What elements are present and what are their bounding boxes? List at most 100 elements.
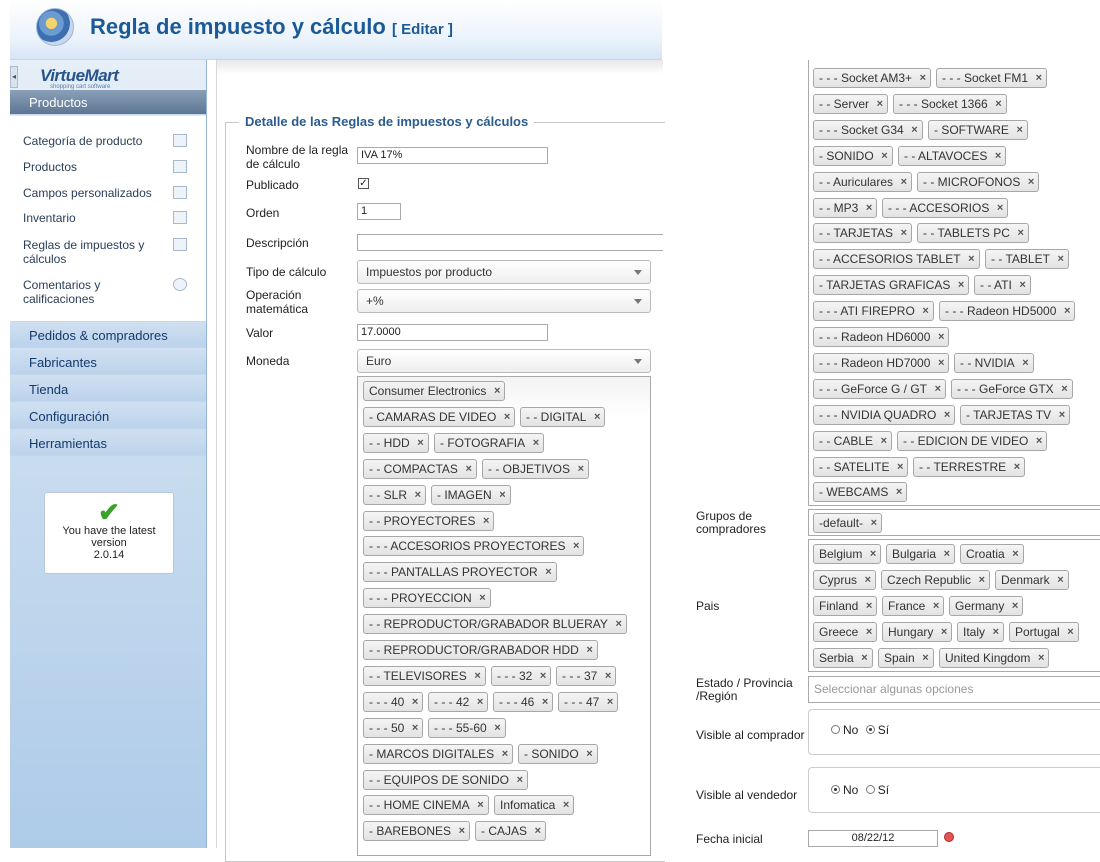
remove-tag-icon[interactable]: × [866,199,872,217]
remove-tag-icon[interactable]: × [897,458,903,476]
remove-tag-icon[interactable]: × [877,95,883,113]
menu-pedidos[interactable]: Pedidos & compradores [10,323,206,348]
remove-tag-icon[interactable]: × [995,95,1001,113]
remove-tag-icon[interactable]: × [607,693,613,711]
remove-tag-icon[interactable]: × [578,460,584,478]
math-op-select[interactable]: +% [357,289,651,313]
remove-tag-icon[interactable]: × [1012,597,1018,615]
remove-tag-icon[interactable]: × [944,406,950,424]
remove-tag-icon[interactable]: × [1022,354,1028,372]
order-input[interactable]: 1 [357,203,401,220]
name-input[interactable]: IVA 17% [357,147,548,164]
remove-tag-icon[interactable]: × [922,649,928,667]
remove-tag-icon[interactable]: × [1019,276,1025,294]
visible-shopper-no-radio[interactable] [831,725,840,735]
remove-tag-icon[interactable]: × [901,173,907,191]
remove-tag-icon[interactable]: × [901,224,907,242]
remove-tag-icon[interactable]: × [935,380,941,398]
remove-tag-icon[interactable]: × [1057,571,1063,589]
calc-type-select[interactable]: Impuestos por producto [357,260,651,284]
remove-tag-icon[interactable]: × [1036,432,1042,450]
remove-tag-icon[interactable]: × [871,514,877,532]
remove-tag-icon[interactable]: × [586,641,592,659]
remove-tag-icon[interactable]: × [417,434,423,452]
remove-tag-icon[interactable]: × [573,537,579,555]
remove-tag-icon[interactable]: × [866,623,872,641]
remove-tag-icon[interactable]: × [1014,458,1020,476]
remove-tag-icon[interactable]: × [563,796,569,814]
remove-tag-icon[interactable]: × [993,623,999,641]
remove-tag-icon[interactable]: × [1017,224,1023,242]
remove-tag-icon[interactable]: × [979,571,985,589]
remove-tag-icon[interactable]: × [938,328,944,346]
remove-tag-icon[interactable]: × [881,147,887,165]
remove-tag-icon[interactable]: × [896,483,902,501]
remove-tag-icon[interactable]: × [1016,121,1022,139]
sidebar-item-inventario[interactable]: Inventario [23,211,201,225]
sidebar-item-campos[interactable]: Campos personalizados [23,186,201,200]
remove-tag-icon[interactable]: × [1057,250,1063,268]
remove-tag-icon[interactable]: × [586,745,592,763]
remove-tag-icon[interactable]: × [477,796,483,814]
remove-tag-icon[interactable]: × [474,667,480,685]
remove-tag-icon[interactable]: × [615,615,621,633]
description-input[interactable] [357,234,663,251]
remove-tag-icon[interactable]: × [911,121,917,139]
start-date-input[interactable]: 08/22/12 [808,830,938,847]
remove-tag-icon[interactable]: × [870,545,876,563]
remove-tag-icon[interactable]: × [941,623,947,641]
remove-tag-icon[interactable]: × [1059,406,1065,424]
remove-tag-icon[interactable]: × [1064,302,1070,320]
remove-tag-icon[interactable]: × [415,486,421,504]
visible-vendor-yes-radio[interactable] [865,785,875,795]
visible-shopper-yes-radio[interactable] [865,725,875,735]
visible-vendor-no-radio[interactable] [831,785,840,795]
remove-tag-icon[interactable]: × [995,147,1001,165]
remove-tag-icon[interactable]: × [1038,649,1044,667]
remove-tag-icon[interactable]: × [944,545,950,563]
remove-tag-icon[interactable]: × [938,354,944,372]
remove-tag-icon[interactable]: × [1061,380,1067,398]
menu-productos[interactable]: Productos [10,90,206,115]
menu-configuracion[interactable]: Configuración [10,404,206,429]
remove-tag-icon[interactable]: × [540,667,546,685]
collapse-sidebar-icon[interactable]: ◂ [10,66,18,88]
remove-tag-icon[interactable]: × [535,822,541,840]
remove-tag-icon[interactable]: × [594,408,600,426]
remove-tag-icon[interactable]: × [933,597,939,615]
remove-tag-icon[interactable]: × [861,649,867,667]
remove-tag-icon[interactable]: × [533,434,539,452]
sidebar-item-comentarios[interactable]: Comentarios y calificaciones [23,278,187,306]
remove-tag-icon[interactable]: × [1036,69,1042,87]
remove-tag-icon[interactable]: × [517,771,523,789]
remove-tag-icon[interactable]: × [483,512,489,530]
calendar-icon[interactable] [944,832,954,842]
remove-tag-icon[interactable]: × [545,563,551,581]
remove-tag-icon[interactable]: × [922,302,928,320]
remove-tag-icon[interactable]: × [499,486,505,504]
remove-tag-icon[interactable]: × [866,597,872,615]
remove-tag-icon[interactable]: × [477,693,483,711]
currency-select[interactable]: Euro [357,349,651,373]
published-checkbox[interactable]: ✓ [358,178,369,189]
remove-tag-icon[interactable]: × [542,693,548,711]
remove-tag-icon[interactable]: × [1067,623,1073,641]
menu-herramientas[interactable]: Herramientas [10,431,206,456]
menu-fabricantes[interactable]: Fabricantes [10,350,206,375]
remove-tag-icon[interactable]: × [865,571,871,589]
remove-tag-icon[interactable]: × [504,408,510,426]
remove-tag-icon[interactable]: × [502,745,508,763]
sidebar-item-productos[interactable]: Productos [23,160,201,174]
remove-tag-icon[interactable]: × [412,719,418,737]
remove-tag-icon[interactable]: × [1012,545,1018,563]
remove-tag-icon[interactable]: × [479,589,485,607]
remove-tag-icon[interactable]: × [459,822,465,840]
remove-tag-icon[interactable]: × [881,432,887,450]
value-input[interactable]: 17.0000 [357,324,548,341]
menu-tienda[interactable]: Tienda [10,377,206,402]
remove-tag-icon[interactable]: × [968,250,974,268]
state-multiselect[interactable]: Seleccionar algunas opciones [808,676,1100,703]
remove-tag-icon[interactable]: × [605,667,611,685]
remove-tag-icon[interactable]: × [412,693,418,711]
remove-tag-icon[interactable]: × [1028,173,1034,191]
